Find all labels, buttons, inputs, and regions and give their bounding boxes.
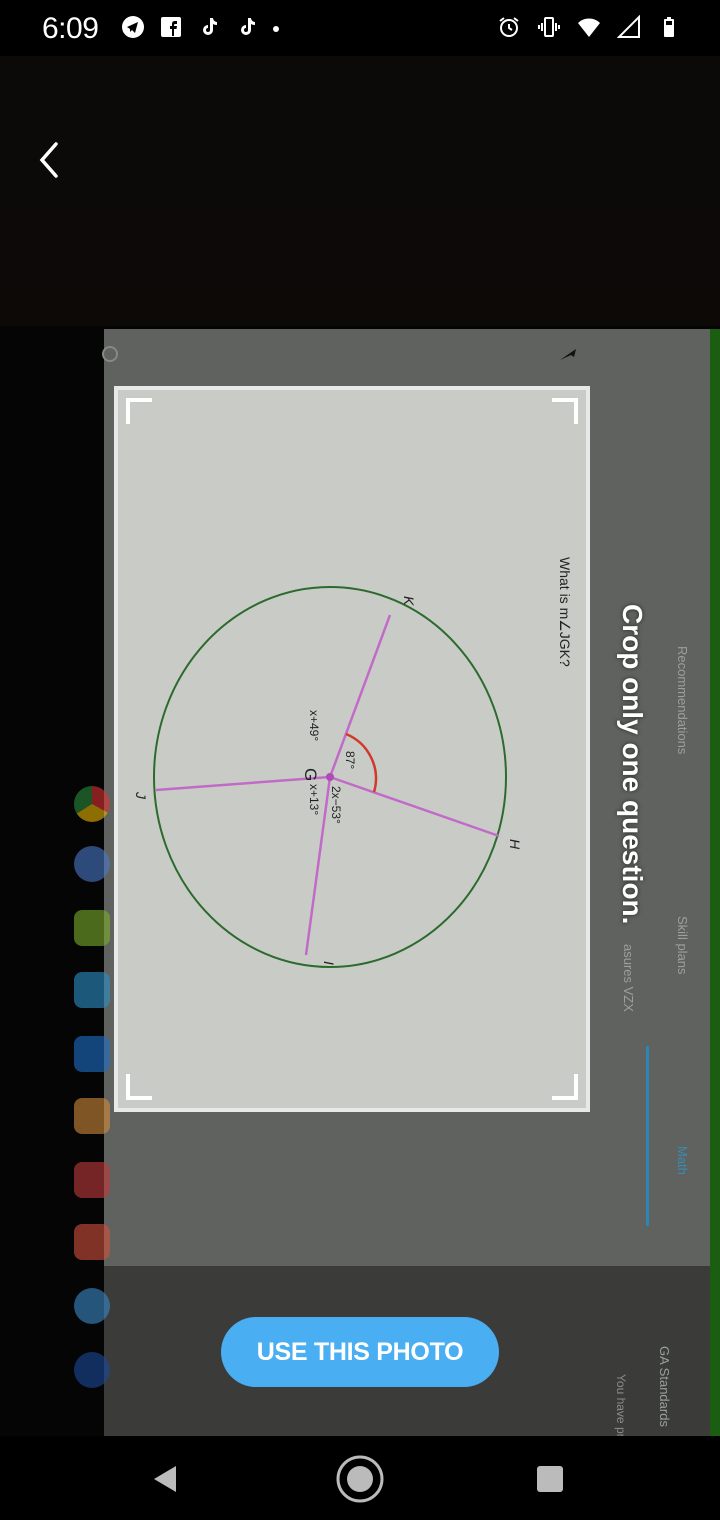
chrome-app-icon bbox=[74, 786, 110, 822]
angle-label-hgi: 2x−53° bbox=[329, 786, 343, 824]
vibrate-icon bbox=[536, 14, 562, 40]
crop-hint-text: Crop only one question. bbox=[617, 604, 648, 925]
photo-camera-dot bbox=[102, 346, 118, 362]
photo-nav-math: Math bbox=[675, 1146, 690, 1175]
photo-tablet-green-edge bbox=[710, 329, 720, 1436]
app-icon bbox=[74, 1288, 110, 1324]
photo-nav-ga-standards: GA Standards bbox=[657, 1346, 672, 1427]
geometry-diagram: What is m∠JGK? K H I J G 87° 2x−53° x+13… bbox=[133, 557, 573, 968]
app-icon bbox=[74, 1036, 110, 1072]
system-icons bbox=[496, 14, 682, 40]
back-button[interactable] bbox=[34, 140, 64, 180]
more-notifications-dot bbox=[272, 14, 282, 40]
app-icon bbox=[74, 846, 110, 882]
crop-handle-bottom-left[interactable] bbox=[126, 1074, 152, 1100]
square-recents-icon bbox=[537, 1466, 563, 1492]
notification-icons bbox=[120, 14, 282, 40]
point-label-h: H bbox=[507, 839, 523, 850]
app-icon bbox=[74, 1098, 110, 1134]
nav-recents-button[interactable] bbox=[525, 1454, 575, 1504]
point-label-k: K bbox=[401, 596, 417, 606]
radius-gk bbox=[328, 614, 392, 778]
wifi-icon bbox=[576, 14, 602, 40]
crop-frame[interactable]: What is m∠JGK? K H I J G 87° 2x−53° x+13… bbox=[114, 386, 590, 1112]
triangle-back-icon bbox=[154, 1466, 176, 1492]
system-nav-bar bbox=[0, 1436, 720, 1520]
camera-preview: Recommendations Skill plans Math GA Stan… bbox=[0, 56, 720, 1436]
crop-handle-bottom-right[interactable] bbox=[552, 1074, 578, 1100]
app-icon bbox=[74, 1162, 110, 1198]
crop-handle-top-right[interactable] bbox=[552, 398, 578, 424]
photo-nav-active-indicator bbox=[646, 1046, 649, 1226]
facebook-icon bbox=[158, 14, 184, 40]
photo-nav-recommendations: Recommendations bbox=[675, 646, 690, 755]
photo-nav-skill-plans: Skill plans bbox=[675, 916, 690, 975]
signal-icon bbox=[616, 14, 642, 40]
photo-cursor-icon bbox=[560, 349, 576, 360]
photo-background bbox=[0, 56, 720, 326]
point-label-j: J bbox=[133, 791, 149, 800]
alarm-icon bbox=[496, 14, 522, 40]
nav-back-button[interactable] bbox=[142, 1454, 192, 1504]
nav-home-button[interactable] bbox=[335, 1454, 385, 1504]
point-label-i: I bbox=[321, 961, 337, 965]
battery-icon bbox=[656, 14, 682, 40]
angle-label-kgh: 87° bbox=[343, 751, 357, 769]
app-icon bbox=[74, 972, 110, 1008]
center-label-g: G bbox=[301, 768, 320, 781]
tiktok-icon bbox=[196, 14, 222, 40]
app-icon bbox=[74, 910, 110, 946]
photo-partial-text: asures VZX bbox=[621, 944, 636, 1012]
telegram-icon bbox=[120, 14, 146, 40]
app-icon bbox=[74, 1224, 110, 1260]
question-prompt: What is m∠JGK? bbox=[557, 557, 573, 667]
status-time: 6:09 bbox=[42, 12, 99, 45]
chevron-left-icon bbox=[39, 142, 58, 178]
status-bar: 6:09 bbox=[0, 0, 720, 56]
photo-prize-text: You have prizes t bbox=[614, 1374, 628, 1436]
use-this-photo-button[interactable]: USE THIS PHOTO bbox=[221, 1317, 499, 1387]
crop-handle-top-left[interactable] bbox=[126, 398, 152, 424]
center-point bbox=[326, 773, 334, 781]
angle-label-jgk: x+49° bbox=[307, 710, 321, 741]
tiktok-icon bbox=[234, 14, 260, 40]
radius-gh bbox=[329, 775, 500, 838]
app-icon bbox=[74, 1352, 110, 1388]
home-circle-icon bbox=[336, 1455, 384, 1503]
angle-label-igj: x+13° bbox=[307, 784, 321, 815]
